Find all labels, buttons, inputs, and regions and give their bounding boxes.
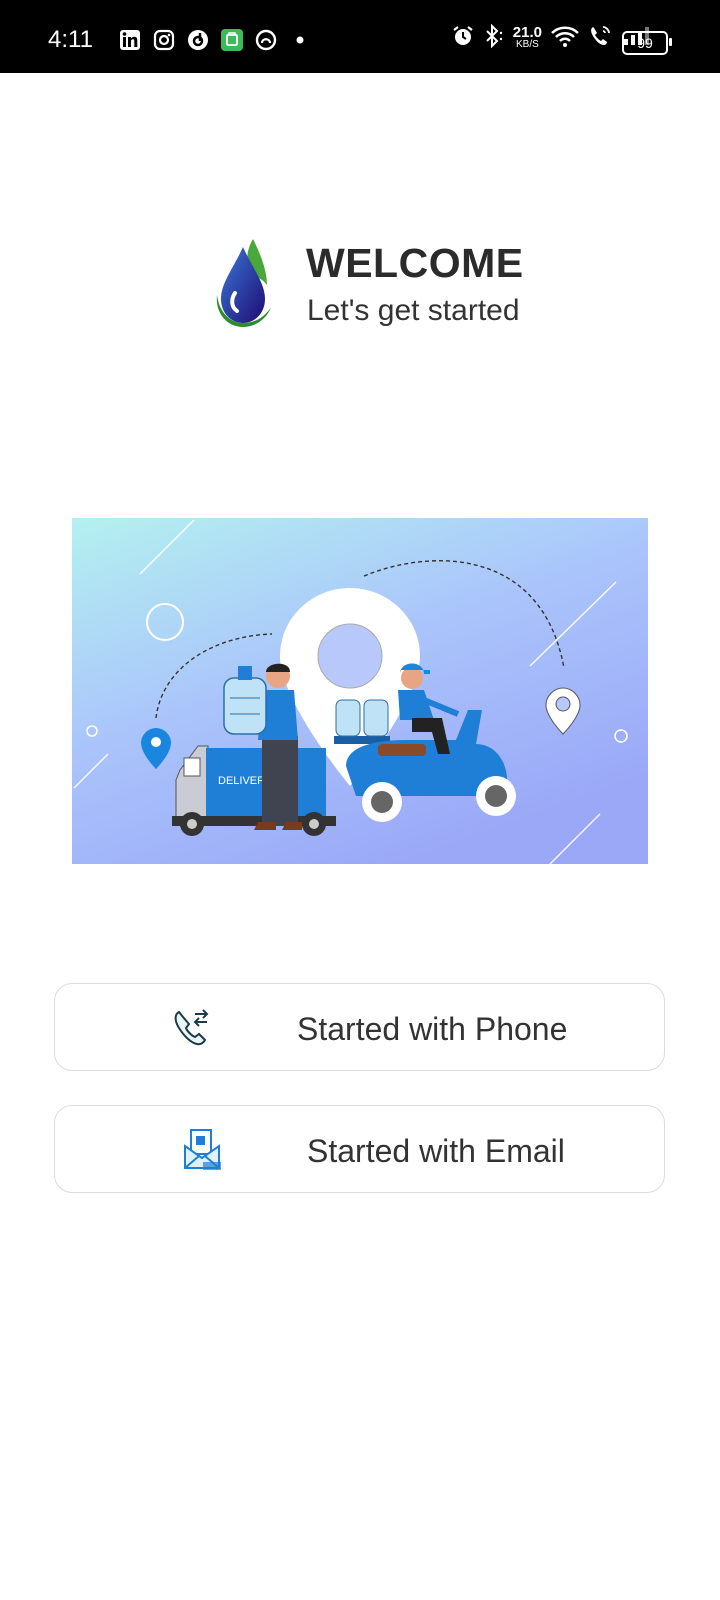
welcome-header: WELCOME Let's get started [215, 232, 575, 332]
welcome-title: WELCOME [306, 240, 524, 286]
status-time: 4:11 [48, 26, 93, 53]
email-button-label: Started with Email [307, 1133, 565, 1169]
call-icon [588, 24, 614, 53]
start-with-email-button[interactable]: Started with Email [54, 1105, 665, 1193]
battery-icon: 99 [622, 31, 672, 55]
shop-icon [220, 28, 244, 52]
linkedin-icon [118, 28, 142, 52]
alarm-icon [451, 24, 475, 53]
network-speed: 21.0 KB/S [512, 23, 542, 51]
delivery-truck: DELIVERY [172, 745, 336, 836]
app-icon [186, 28, 210, 52]
phone-button-label: Started with Phone [297, 1011, 568, 1047]
instagram-icon [152, 28, 176, 52]
app-icon-2 [254, 28, 278, 52]
dot-icon [288, 28, 312, 52]
status-bar: 4:11 21.0 KB/S 99 [0, 0, 720, 73]
notification-icons [118, 28, 312, 52]
bluetooth-icon [483, 23, 505, 53]
start-with-phone-button[interactable]: Started with Phone [54, 983, 665, 1071]
welcome-subtitle: Let's get started [307, 294, 520, 327]
speed-value: 21.0 [512, 23, 542, 41]
water-drop-logo-icon [216, 239, 271, 327]
speed-unit: KB/S [516, 38, 539, 50]
location-pin-hole [317, 623, 383, 689]
battery-level: 99 [637, 35, 653, 51]
phone-forward-icon [174, 1009, 209, 1046]
delivery-illustration: DELIVERY [72, 518, 648, 864]
wifi-icon [550, 24, 580, 53]
email-envelope-icon [184, 1129, 221, 1170]
